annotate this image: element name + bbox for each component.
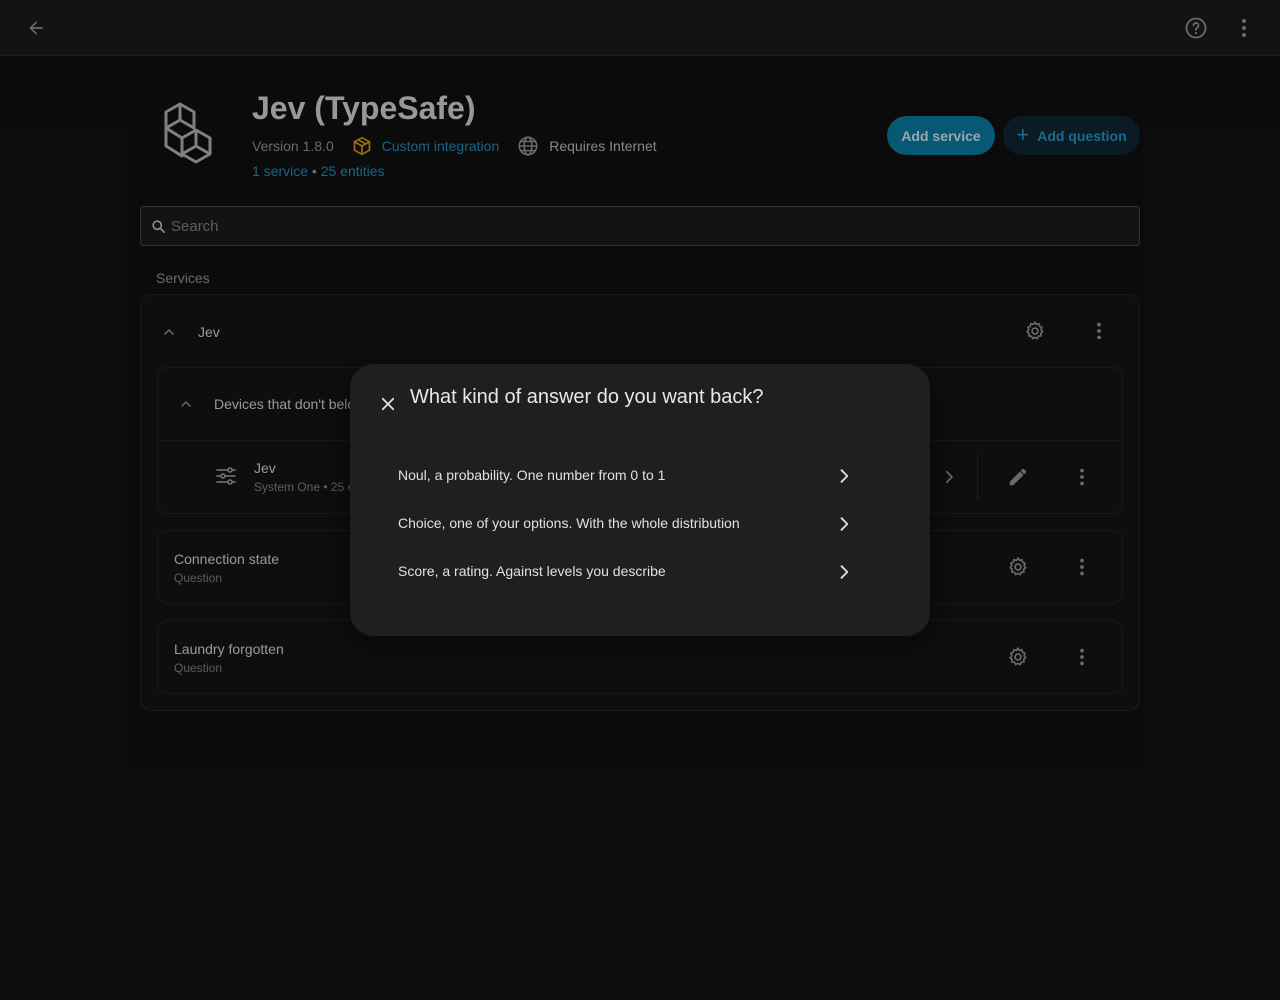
dialog-title: What kind of answer do you want back? — [410, 386, 764, 408]
answer-option-score[interactable]: Score, a rating. Against levels you desc… — [382, 548, 898, 596]
answer-type-dialog: What kind of answer do you want back? No… — [350, 364, 930, 636]
close-icon[interactable] — [368, 384, 408, 424]
chevron-right-icon — [834, 562, 854, 587]
answer-option-choice[interactable]: Choice, one of your options. With the wh… — [382, 500, 898, 548]
option-label: Score, a rating. Against levels you desc… — [398, 563, 666, 579]
chevron-right-icon — [834, 514, 854, 539]
option-label: Noul, a probability. One number from 0 t… — [398, 467, 666, 483]
answer-option-probability[interactable]: Noul, a probability. One number from 0 t… — [382, 452, 898, 500]
chevron-right-icon — [834, 466, 854, 491]
option-label: Choice, one of your options. With the wh… — [398, 515, 740, 531]
